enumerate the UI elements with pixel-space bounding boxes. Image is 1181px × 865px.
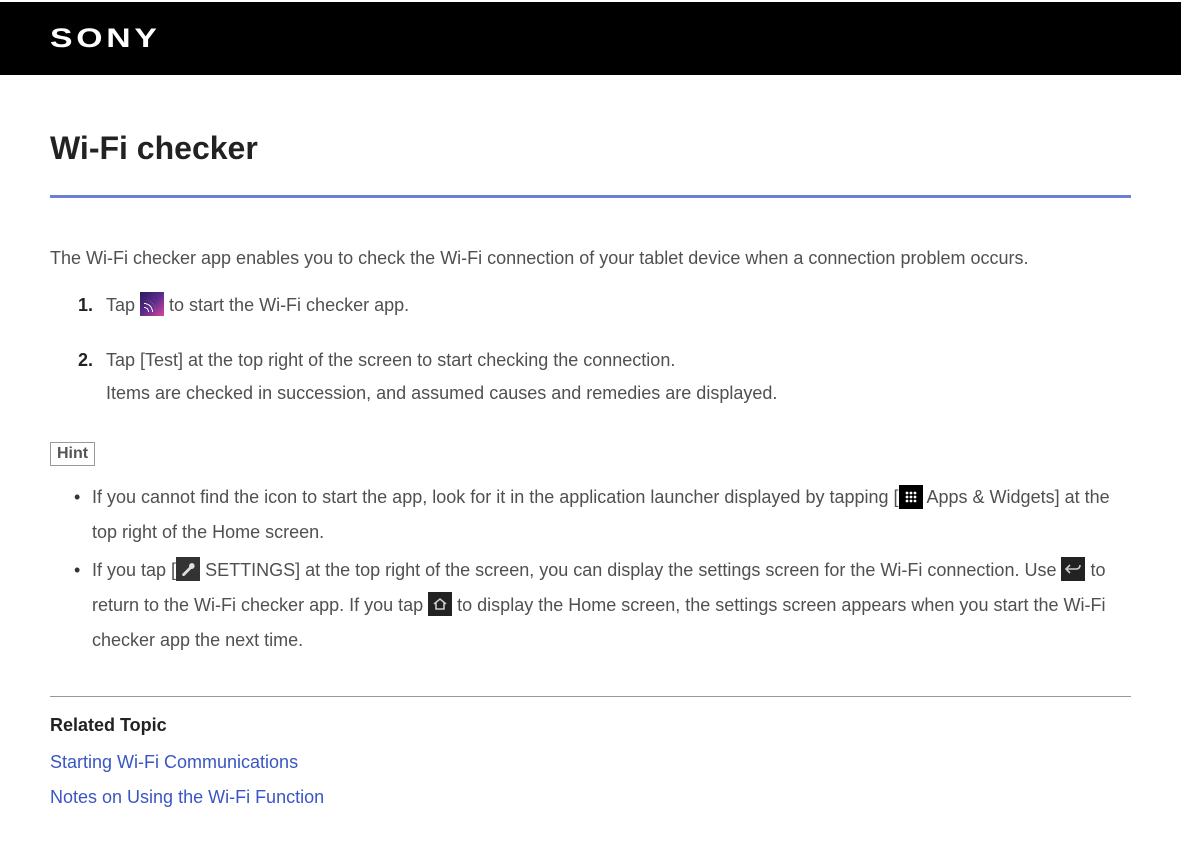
step-1: 1. Tap to start the Wi-Fi checker app. <box>78 289 1131 322</box>
steps-list: 1. Tap to start the Wi-Fi checker app. 2… <box>50 289 1131 411</box>
hint-item-1: If you cannot find the icon to start the… <box>78 480 1131 550</box>
settings-wrench-icon <box>176 557 200 581</box>
step-number: 1. <box>78 289 93 322</box>
hint-item-2: If you tap [ SETTINGS] at the top right … <box>78 553 1131 658</box>
main-content: Wi-Fi checker The Wi-Fi checker app enab… <box>0 75 1181 842</box>
apps-icon <box>899 485 923 509</box>
title-divider <box>50 195 1131 198</box>
step-2: 2. Tap [Test] at the top right of the sc… <box>78 344 1131 411</box>
step-number: 2. <box>78 344 93 377</box>
hint-text: If you cannot find the icon to start the… <box>92 487 899 507</box>
hint-section: Hint If you cannot find the icon to star… <box>50 442 1131 657</box>
related-link-wifi-comm[interactable]: Starting Wi-Fi Communications <box>50 752 1131 773</box>
home-icon <box>428 592 452 616</box>
step-text-line1: Tap [Test] at the top right of the scree… <box>106 350 675 370</box>
step-text-pre: Tap <box>106 295 140 315</box>
hint-list: If you cannot find the icon to start the… <box>50 480 1131 657</box>
hint-text: If you tap [ <box>92 560 176 580</box>
related-link-wifi-notes[interactable]: Notes on Using the Wi-Fi Function <box>50 787 1131 808</box>
back-icon <box>1061 557 1085 581</box>
page-title: Wi-Fi checker <box>50 130 1131 167</box>
related-heading: Related Topic <box>50 715 1131 736</box>
related-divider <box>50 696 1131 697</box>
step-text-line2: Items are checked in succession, and ass… <box>106 383 777 403</box>
sony-logo: SONY <box>50 23 161 54</box>
hint-label: Hint <box>50 442 95 466</box>
wifi-checker-icon <box>140 292 164 316</box>
step-text-post: to start the Wi-Fi checker app. <box>164 295 409 315</box>
header-bar: SONY <box>0 2 1181 75</box>
intro-text: The Wi-Fi checker app enables you to che… <box>50 243 1131 275</box>
hint-text: SETTINGS] at the top right of the screen… <box>200 560 1061 580</box>
